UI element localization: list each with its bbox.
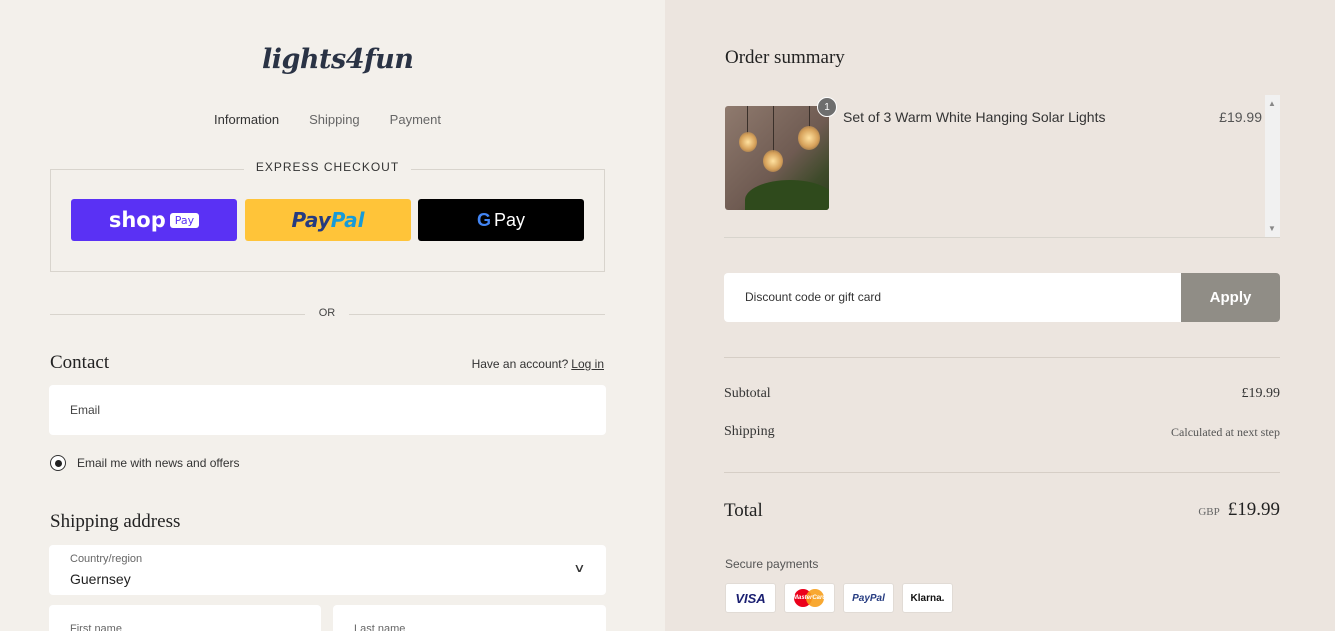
shipping-address-heading: Shipping address (50, 511, 181, 532)
google-pay-label: Pay (493, 209, 526, 230)
scroll-down-icon[interactable]: ▼ (1268, 224, 1276, 233)
breadcrumb-payment[interactable]: Payment (390, 112, 441, 127)
paypal-icon: PayPal (843, 583, 894, 613)
country-select[interactable]: Country/region Guernsey ∨ (49, 545, 606, 595)
payment-cards: VISA MasterCard PayPal Klarna. (725, 583, 953, 613)
secure-payments-label: Secure payments (725, 557, 819, 571)
country-label: Country/region (70, 553, 143, 565)
paypal-logo-pay: Pay (291, 208, 331, 232)
currency-code: GBP (1198, 506, 1220, 518)
subtotal-value: £19.99 (1241, 386, 1281, 401)
login-link[interactable]: Log in (571, 357, 604, 371)
account-prompt: Have an account? Log in (472, 357, 604, 371)
last-name-placeholder: Last name (354, 623, 406, 631)
brand-logo[interactable]: lights4fun (262, 44, 414, 75)
chevron-down-icon: ∨ (573, 561, 586, 575)
subtotal-label: Subtotal (724, 386, 771, 401)
account-prompt-text: Have an account? (471, 357, 569, 371)
order-summary-heading: Order summary (725, 47, 845, 68)
mastercard-label: MasterCard (792, 595, 826, 601)
total-label: Total (724, 500, 763, 521)
google-pay-button[interactable]: G Pay (418, 199, 584, 241)
total-amount: GBP £19.99 (1198, 499, 1280, 521)
visa-icon: VISA (725, 583, 776, 613)
last-name-field[interactable]: Last name (333, 605, 606, 631)
paypal-logo-pal: Pal (330, 208, 365, 232)
bulb-decoration (798, 126, 820, 150)
cart-item-list: 1 Set of 3 Warm White Hanging Solar Ligh… (724, 95, 1280, 238)
paypal-button[interactable]: Pay Pal (245, 199, 411, 241)
bulb-decoration (739, 132, 757, 152)
shop-pay-logo: shop (108, 208, 166, 232)
first-name-placeholder: First name (70, 623, 122, 631)
express-checkout-title: EXPRESS CHECKOUT (50, 160, 605, 174)
country-value: Guernsey (70, 571, 131, 587)
or-label: OR (305, 307, 349, 319)
product-thumbnail (725, 106, 829, 210)
shop-pay-badge: Pay (169, 212, 200, 228)
quantity-badge: 1 (817, 97, 837, 117)
shop-pay-button[interactable]: shop Pay (71, 199, 237, 241)
mastercard-icon: MasterCard (784, 583, 835, 613)
shipping-label: Shipping (724, 424, 775, 439)
email-placeholder: Email (70, 403, 101, 417)
product-name: Set of 3 Warm White Hanging Solar Lights (843, 109, 1106, 125)
total-value: £19.99 (1227, 499, 1280, 520)
product-price: £19.99 (1219, 109, 1262, 125)
breadcrumb: Information Shipping Payment (0, 112, 655, 127)
newsletter-label: Email me with news and offers (77, 456, 240, 470)
leaf-decoration (745, 180, 829, 210)
cart-scrollbar[interactable]: ▲ ▼ (1265, 95, 1280, 237)
google-g-icon: G (476, 209, 491, 230)
divider (724, 357, 1280, 358)
breadcrumb-shipping[interactable]: Shipping (309, 112, 360, 127)
shipping-value: Calculated at next step (1171, 425, 1280, 439)
discount-code-field[interactable]: Discount code or gift card (724, 273, 1181, 322)
email-field[interactable]: Email (49, 385, 606, 435)
breadcrumb-information[interactable]: Information (214, 112, 279, 127)
discount-placeholder: Discount code or gift card (745, 290, 882, 304)
apply-button[interactable]: Apply (1181, 273, 1280, 322)
wire-decoration (773, 106, 774, 156)
first-name-field[interactable]: First name (49, 605, 321, 631)
scroll-up-icon[interactable]: ▲ (1268, 99, 1276, 108)
newsletter-option: Email me with news and offers (50, 455, 240, 471)
divider (724, 472, 1280, 473)
contact-heading: Contact (50, 352, 110, 373)
newsletter-checkbox[interactable] (50, 455, 66, 471)
bulb-decoration (763, 150, 783, 172)
klarna-icon: Klarna. (902, 583, 953, 613)
